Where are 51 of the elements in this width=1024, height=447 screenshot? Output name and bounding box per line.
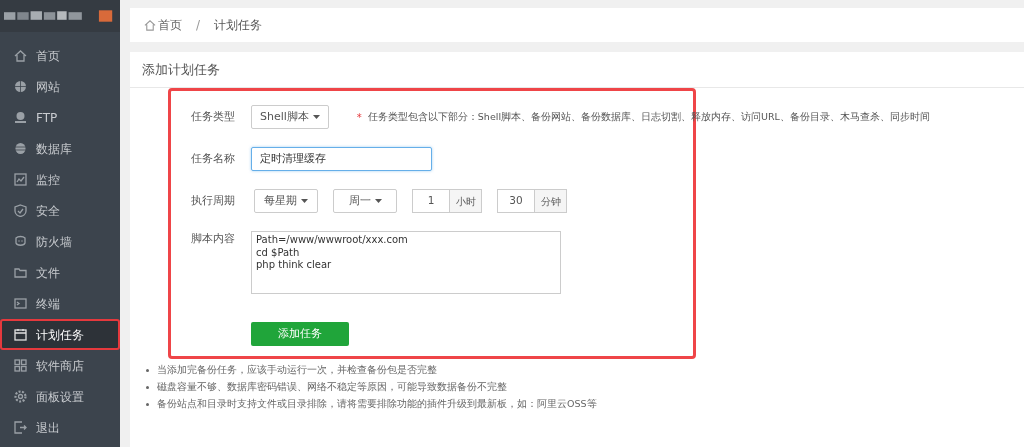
sidebar-item[interactable]: 数据库 (0, 133, 120, 164)
settings-icon (14, 390, 27, 403)
unit-label: 小时 (450, 189, 482, 213)
sidebar-item[interactable]: 软件商店 (0, 350, 120, 381)
field-label: 任务名称 (191, 150, 236, 167)
sidebar-item[interactable]: 文件 (0, 257, 120, 288)
weekday-dropdown[interactable]: 周一 (333, 189, 397, 213)
field-label: 执行周期 (191, 192, 236, 209)
caret-icon (312, 115, 320, 119)
note-text: 当添加完备份任务，应该手动运行一次，并检查备份包是否完整 (157, 363, 437, 378)
task-name-input[interactable]: 定时清理缓存 (251, 147, 432, 171)
panel-title: 添加计划任务 (142, 60, 220, 79)
folder-icon (14, 266, 27, 279)
note-text: 磁盘容量不够、数据库密码错误、网络不稳定等原因，可能导致数据备份不完整 (157, 380, 507, 395)
sidebar-item[interactable]: 计划任务 (0, 319, 120, 350)
breadcrumb-link[interactable]: 首页 (158, 16, 182, 34)
home-icon (14, 49, 27, 62)
database-icon (14, 142, 27, 155)
sidebar-item[interactable]: 网站 (0, 71, 120, 102)
minute-input[interactable]: 30 (497, 189, 535, 213)
bullet-icon (146, 386, 149, 389)
logout-icon (14, 421, 27, 434)
calendar-icon (14, 328, 27, 341)
sidebar-item[interactable]: 退出 (0, 412, 120, 443)
hour-input[interactable]: 1 (412, 189, 450, 213)
sidebar-item[interactable]: 安全 (0, 195, 120, 226)
required-mark: * (356, 110, 362, 125)
caret-icon (374, 199, 382, 203)
globe-icon (14, 80, 27, 93)
caret-icon (301, 199, 308, 203)
field-label: 任务类型 (191, 108, 236, 125)
script-textarea[interactable]: Path=/www/wwwroot/xxx.com cd $Path php think clear (251, 231, 561, 294)
sidebar-item[interactable]: 首页 (0, 40, 120, 71)
breadcrumb-separator: / (196, 17, 201, 34)
unit-label: 分钟 (535, 189, 567, 213)
home-icon (144, 19, 156, 31)
sidebar-item[interactable]: 面板设置 (0, 381, 120, 412)
bullet-icon (146, 369, 149, 372)
chart-icon (14, 173, 27, 186)
task-type-dropdown[interactable]: Shell脚本 (251, 105, 329, 129)
sidebar-item[interactable]: FTP (0, 102, 120, 133)
terminal-icon (14, 297, 27, 310)
sidebar-item[interactable]: 防火墙 (0, 226, 120, 257)
field-label: 脚本内容 (191, 231, 236, 247)
grid-icon (14, 359, 27, 372)
breadcrumb-link[interactable]: 计划任务 (214, 16, 263, 34)
sidebar-item[interactable]: 监控 (0, 164, 120, 195)
bullet-icon (146, 403, 149, 406)
sidebar-item[interactable]: 终端 (0, 288, 120, 319)
note-text: 备份站点和目录时支持文件或目录排除，请将需要排除功能的插件升级到最新板，如：阿里云OSS等 (157, 397, 597, 412)
period-dropdown[interactable]: 每星期 (254, 189, 318, 213)
